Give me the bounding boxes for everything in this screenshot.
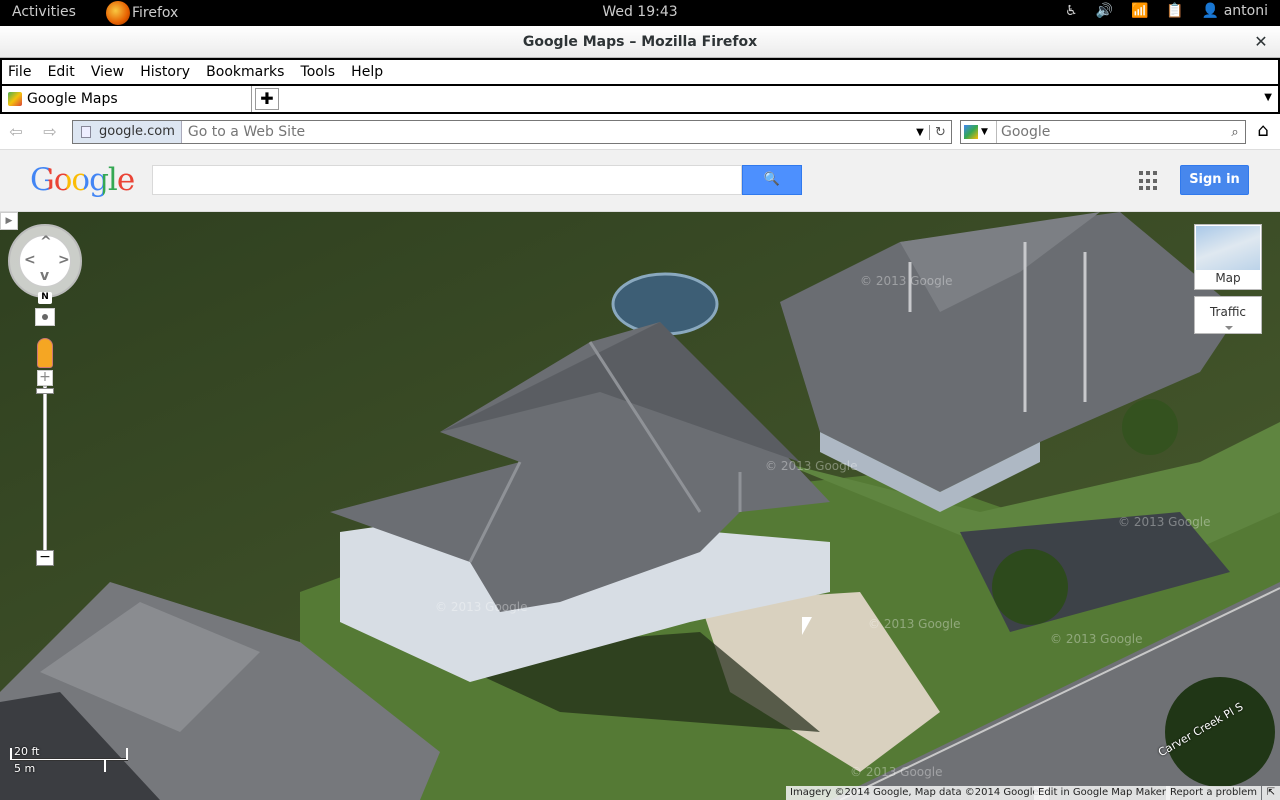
search-icon: 🔍 xyxy=(763,172,781,187)
tab-google-maps[interactable]: Google Maps xyxy=(2,86,252,112)
apps-grid-icon[interactable] xyxy=(1139,171,1159,191)
tab-label: Google Maps xyxy=(27,91,118,107)
site-domain: google.com xyxy=(99,124,175,139)
site-identity-button[interactable]: google.com xyxy=(73,121,182,143)
zoom-out-button[interactable]: − xyxy=(36,550,54,566)
reload-icon[interactable]: ↻ xyxy=(929,124,951,140)
expand-panel-icon[interactable]: ▶ xyxy=(0,212,18,230)
user-menu[interactable]: 👤 antoni xyxy=(1202,3,1268,19)
google-logo-text: Google xyxy=(30,162,135,198)
map-type-label: Map xyxy=(1215,271,1241,285)
google-logo[interactable]: Google xyxy=(30,162,135,198)
google-header: Google 🔍 Sign in xyxy=(0,150,1280,212)
pan-right-icon[interactable]: > xyxy=(58,252,70,268)
menu-view[interactable]: View xyxy=(85,60,130,84)
back-icon[interactable]: ⇦ xyxy=(4,122,28,142)
aerial-imagery xyxy=(0,212,1280,800)
list-all-tabs-icon[interactable]: ▼ xyxy=(1264,92,1272,103)
window-title: Google Maps – Mozilla Firefox xyxy=(522,34,758,50)
url-bar[interactable]: google.com ▼ ↻ xyxy=(72,120,952,144)
page-icon xyxy=(81,126,91,138)
menu-bar: File Edit View History Bookmarks Tools H… xyxy=(0,58,1280,86)
url-dropdown-icon[interactable]: ▼ xyxy=(911,127,929,138)
scale-tick xyxy=(104,760,106,772)
pan-up-icon[interactable]: ^ xyxy=(40,234,52,250)
menu-help[interactable]: Help xyxy=(345,60,389,84)
app-menu-label: Firefox xyxy=(132,5,179,21)
report-problem-link[interactable]: Report a problem xyxy=(1166,786,1262,800)
traffic-layer-button[interactable]: Traffic xyxy=(1194,296,1262,334)
google-engine-icon xyxy=(964,125,978,139)
pan-left-icon[interactable]: < xyxy=(24,252,36,268)
scale-tick xyxy=(10,748,12,760)
maps-search-button[interactable]: 🔍 xyxy=(742,165,802,195)
map-scale: 20 ft 5 m xyxy=(8,744,128,775)
volume-icon[interactable]: 🔊 xyxy=(1096,3,1113,19)
map-thumbnail xyxy=(1196,226,1260,270)
firefox-icon xyxy=(106,1,130,25)
gnome-top-bar: Activities Firefox Wed 19:43 ♿ 🔊 📶 📋 👤 a… xyxy=(0,0,1280,26)
search-go-icon[interactable]: ⌕ xyxy=(1225,125,1245,140)
url-input[interactable] xyxy=(181,122,911,142)
tab-bar: Google Maps ✚ ▼ xyxy=(0,86,1280,114)
maps-favicon-icon xyxy=(8,92,22,106)
street-view-pegman-icon[interactable] xyxy=(37,338,53,368)
new-tab-button[interactable]: ✚ xyxy=(255,88,279,110)
forward-icon[interactable]: ⇨ xyxy=(38,122,62,142)
compass-north[interactable]: N xyxy=(38,292,52,304)
menu-tools[interactable]: Tools xyxy=(295,60,342,84)
search-bar[interactable]: ▼ ⌕ xyxy=(960,120,1246,144)
scale-meters: 5 m xyxy=(14,762,36,775)
home-icon[interactable]: ⌂ xyxy=(1252,120,1274,142)
watermark: © 2013 Google xyxy=(1050,632,1143,646)
maps-search-input[interactable] xyxy=(152,165,742,195)
location-icon xyxy=(42,314,48,320)
expand-corner-icon[interactable]: ⇱ xyxy=(1262,786,1280,800)
watermark: © 2013 Google xyxy=(765,459,858,473)
user-name: antoni xyxy=(1223,3,1268,19)
edit-map-maker-link[interactable]: Edit in Google Map Maker xyxy=(1034,786,1171,800)
traffic-label: Traffic xyxy=(1209,305,1247,319)
menu-edit[interactable]: Edit xyxy=(42,60,81,84)
menu-bookmarks[interactable]: Bookmarks xyxy=(200,60,290,84)
map-type-toggle[interactable]: Map xyxy=(1194,224,1262,290)
navigation-toolbar: ⇦ ⇨ google.com ▼ ↻ ▼ ⌕ ⌂ xyxy=(0,114,1280,150)
app-menu[interactable]: Firefox xyxy=(106,0,178,26)
activities-button[interactable]: Activities xyxy=(12,4,76,20)
window-titlebar: Google Maps – Mozilla Firefox ✕ xyxy=(0,26,1280,58)
wifi-icon[interactable]: 📶 xyxy=(1131,3,1148,19)
close-window-icon[interactable]: ✕ xyxy=(1250,31,1272,53)
my-location-button[interactable] xyxy=(35,308,55,326)
watermark: © 2013 Google xyxy=(1118,515,1211,529)
scale-bar xyxy=(10,758,128,761)
search-input[interactable] xyxy=(997,124,1225,140)
satellite-map[interactable]: © 2013 Google © 2013 Google © 2013 Googl… xyxy=(0,212,1280,800)
watermark: © 2013 Google xyxy=(435,600,528,614)
sign-in-button[interactable]: Sign in xyxy=(1180,165,1249,195)
clipboard-icon[interactable]: 📋 xyxy=(1166,3,1183,19)
watermark: © 2013 Google xyxy=(868,617,961,631)
mouse-pointer-icon xyxy=(802,617,812,635)
zoom-in-button[interactable]: + xyxy=(37,370,53,386)
user-icon: 👤 xyxy=(1201,3,1220,19)
pan-down-icon[interactable]: v xyxy=(40,268,49,284)
scale-tick xyxy=(126,748,128,760)
accessibility-icon[interactable]: ♿ xyxy=(1065,3,1078,19)
zoom-slider-thumb[interactable] xyxy=(36,388,54,394)
zoom-slider-track[interactable] xyxy=(43,386,47,554)
watermark: © 2013 Google xyxy=(850,765,943,779)
menu-history[interactable]: History xyxy=(134,60,196,84)
imagery-attribution: Imagery ©2014 Google, Map data ©2014 Goo… xyxy=(786,786,1050,800)
menu-file[interactable]: File xyxy=(2,60,37,84)
scale-feet: 20 ft xyxy=(14,745,40,758)
watermark: © 2013 Google xyxy=(860,274,953,288)
pan-control[interactable]: ^ < > v xyxy=(8,224,82,298)
search-engine-selector[interactable]: ▼ xyxy=(961,121,997,143)
system-tray: ♿ 🔊 📶 📋 👤 antoni xyxy=(1065,3,1268,19)
